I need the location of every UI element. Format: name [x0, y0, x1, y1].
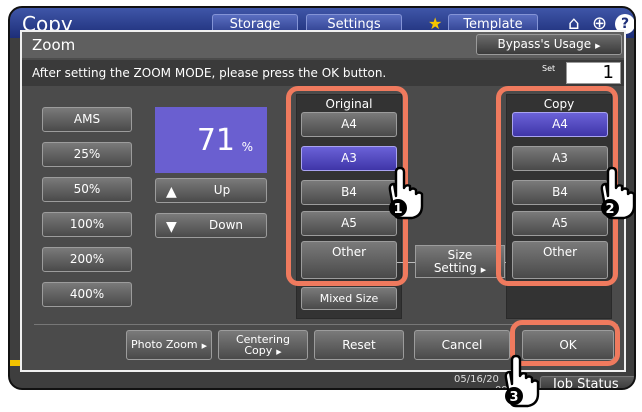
centering-copy-line-2-text: Copy — [244, 344, 273, 357]
arrow-right-icon: ▶ — [480, 266, 487, 274]
zoom-value-display: 71 % — [155, 107, 267, 173]
preset-25-button[interactable]: 25% — [42, 142, 132, 167]
zoom-value: 71 — [196, 123, 235, 158]
dialog-title: Zoom — [32, 36, 76, 54]
photo-zoom-button[interactable]: Photo Zoom ▶ — [126, 330, 212, 360]
reset-button[interactable]: Reset — [314, 330, 404, 360]
size-setting-button[interactable]: Size Setting ▶ — [415, 245, 505, 278]
zoom-down-label: Down — [208, 218, 243, 232]
preset-ams-button[interactable]: AMS — [42, 107, 132, 132]
triangle-down-icon: ▼ — [166, 219, 177, 235]
preset-50-button[interactable]: 50% — [42, 177, 132, 202]
triangle-up-icon: ▲ — [166, 184, 177, 200]
set-count-field[interactable]: 1 — [566, 62, 621, 84]
callout-number-1: 1 — [393, 202, 402, 217]
centering-copy-button[interactable]: Centering Copy ▶ — [218, 330, 308, 360]
hand-pointer-icon-1: 1 — [388, 166, 424, 220]
arrow-right-icon: ▶ — [595, 42, 601, 50]
preset-400-button[interactable]: 400% — [42, 282, 132, 307]
instruction-text: After setting the ZOOM MODE, please pres… — [32, 66, 387, 80]
zoom-up-button[interactable]: ▲ Up — [155, 178, 267, 203]
date-display: 05/16/20 — [454, 374, 499, 385]
mixed-size-button[interactable]: Mixed Size — [301, 287, 397, 310]
callout-number-2: 2 — [605, 202, 614, 217]
arrow-right-icon: ▶ — [276, 348, 282, 356]
callout-number-3: 3 — [509, 390, 518, 405]
hand-pointer-icon-3: 3 — [504, 354, 540, 408]
size-setting-line-2: Setting ▶ — [416, 262, 504, 277]
preset-200-button[interactable]: 200% — [42, 247, 132, 272]
bypass-usage-button[interactable]: Bypass's Usage ▶ — [476, 34, 622, 55]
size-setting-line-2-text: Setting — [433, 261, 477, 275]
bypass-usage-label: Bypass's Usage — [497, 37, 592, 51]
job-status-button[interactable]: Job Status — [540, 376, 634, 388]
cancel-button[interactable]: Cancel — [414, 330, 510, 360]
zoom-up-label: Up — [213, 183, 231, 197]
preset-100-button[interactable]: 100% — [42, 212, 132, 237]
zoom-down-button[interactable]: ▼ Down — [155, 213, 267, 238]
arrow-right-icon: ▶ — [201, 342, 207, 350]
hand-pointer-icon-2: 2 — [600, 166, 636, 220]
zoom-unit: % — [241, 140, 253, 154]
centering-copy-line-2: Copy ▶ — [219, 345, 307, 358]
photo-zoom-label: Photo Zoom — [131, 338, 198, 351]
instruction-bar: After setting the ZOOM MODE, please pres… — [22, 60, 624, 86]
set-label: Set — [542, 64, 556, 73]
